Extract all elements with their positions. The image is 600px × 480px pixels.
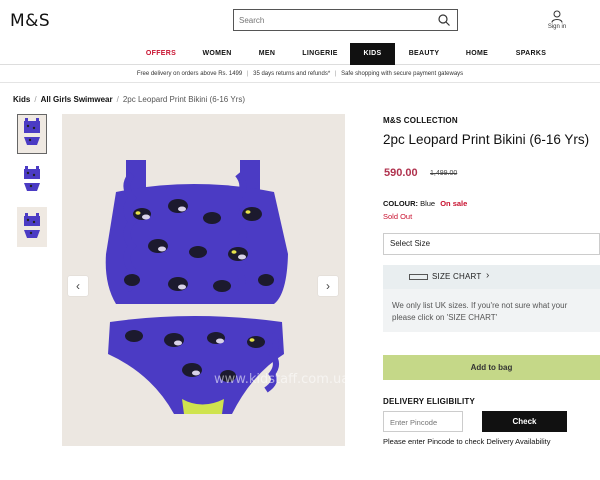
nav-item-beauty[interactable]: BEAUTY [402,43,446,65]
sign-in-label: Sign in [547,24,567,30]
watermark-text: www.kidstaff.com.ua/user-233127.html [214,372,345,387]
stock-status: Sold Out [383,212,413,221]
product-main-image: www.kidstaff.com.ua/user-233127.html [62,114,345,446]
product-colour: COLOUR: Blue On sale [383,199,467,208]
nav-item-men[interactable]: MEN [250,43,284,65]
nav-item-kids[interactable]: KIDS [350,43,395,65]
bikini-illustration [105,160,288,414]
colour-label: COLOUR: [383,199,418,208]
site-header: M&S Sign in [0,0,600,44]
sign-in-link[interactable]: Sign in [546,10,568,30]
product-price: 590.00 [384,167,418,179]
breadcrumb-separator: / [34,95,37,104]
promo-free-delivery: Free delivery on orders above Rs. 1499 [136,71,243,77]
search-input[interactable] [234,10,424,31]
check-button[interactable]: Check [482,411,567,432]
thumbnail-1[interactable] [17,114,47,154]
pincode-field[interactable] [383,411,463,432]
thumbnail-3[interactable] [17,207,47,247]
gallery-next-button[interactable]: › [318,276,338,296]
ms-logo[interactable]: M&S [10,11,50,31]
product-collection[interactable]: M&S COLLECTION [383,116,458,125]
breadcrumb-current: 2pc Leopard Print Bikini (6-16 Yrs) [122,95,245,104]
breadcrumb: Kids / All Girls Swimwear/2pc Leopard Prin… [13,95,245,104]
gallery-prev-button[interactable]: ‹ [68,276,88,296]
thumbnail-bikini-image [24,166,40,191]
user-icon [551,10,563,23]
thumbnail-bikini-image [24,213,40,238]
colour-value: Blue [420,199,436,208]
delivery-eligibility-heading: DELIVERY ELIGIBILITY [383,397,476,406]
nav-item-women[interactable]: WOMEN [194,43,240,65]
thumbnail-2[interactable] [17,160,47,200]
uk-sizes-note: We only list UK sizes. If you're not sur… [383,289,600,332]
nav-item-offers[interactable]: OFFERS [138,43,184,65]
add-to-bag-button[interactable]: Add to bag [383,355,600,380]
breadcrumb-separator: / [116,95,119,104]
product-title: 2pc Leopard Print Bikini (6-16 Yrs) [383,132,590,147]
search-icon[interactable] [437,13,451,27]
promo-returns: 35 days returns and refunds* [253,71,331,77]
promo-separator: | [246,71,249,77]
chevron-left-icon: ‹ [76,279,80,293]
promo-safe-shopping: Safe shopping with secure payment gatewa… [341,71,464,77]
size-chart-label: SIZE CHART [432,272,482,281]
main-nav: OFFERS WOMEN MEN LINGERIE KIDS BEAUTY HO… [0,43,600,65]
breadcrumb-all-girls-swimwear[interactable]: All Girls Swimwear [41,95,113,104]
on-sale-badge: On sale [440,199,468,208]
search-box[interactable] [233,9,458,31]
size-select[interactable]: Select Size [383,233,600,255]
pincode-note: Please enter Pincode to check Delivery A… [383,437,551,446]
size-chart-button[interactable]: SIZE CHART › [383,265,600,289]
ruler-icon [409,274,428,280]
chevron-right-icon: › [486,270,490,281]
breadcrumb-kids[interactable]: Kids [13,95,30,104]
promo-separator: | [334,71,337,77]
nav-item-lingerie[interactable]: LINGERIE [296,43,344,65]
product-old-price: 1,499.00 [430,170,458,177]
thumbnail-bikini-image [24,118,40,145]
promo-strip: Free delivery on orders above Rs. 1499 |… [0,66,600,83]
pincode-input[interactable] [384,413,460,432]
chevron-right-icon: › [326,279,330,293]
nav-item-sparks[interactable]: SPARKS [508,43,554,65]
nav-item-home[interactable]: HOME [458,43,496,65]
